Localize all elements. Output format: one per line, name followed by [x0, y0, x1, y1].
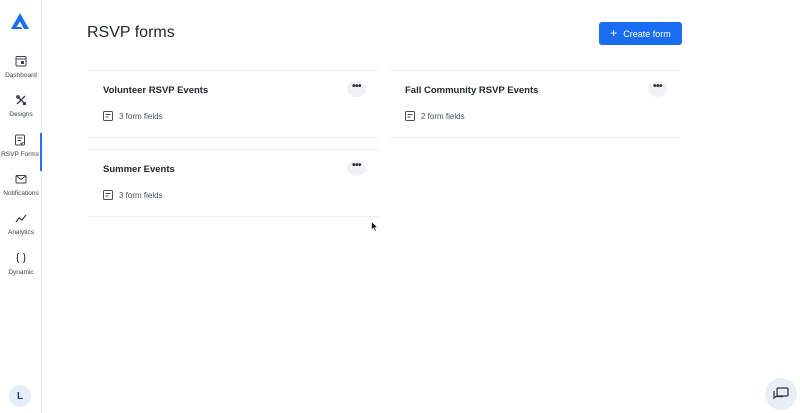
create-form-label: Create form [623, 28, 671, 39]
dynamic-icon [14, 251, 28, 265]
rsvp-forms-icon [13, 133, 27, 147]
sidebar-item-label: RSVP Forms [1, 151, 39, 158]
mouse-cursor-icon [371, 221, 379, 232]
more-options-button[interactable]: ••• [347, 160, 366, 176]
more-options-button[interactable]: ••• [347, 81, 366, 97]
form-fields-count: 3 form fields [103, 111, 163, 121]
form-title: Fall Community RSVP Events [405, 85, 539, 96]
sidebar-item-label: Dashboard [5, 72, 37, 79]
form-fields-count: 2 form fields [405, 111, 465, 121]
create-form-button[interactable]: + Create form [599, 22, 682, 45]
notifications-icon [14, 172, 28, 186]
ellipsis-icon: ••• [351, 81, 362, 92]
ellipsis-icon: ••• [351, 160, 362, 171]
sidebar-item-analytics[interactable]: Analytics [0, 211, 42, 249]
sidebar-item-designs[interactable]: Designs [0, 93, 42, 131]
ellipsis-icon: ••• [652, 81, 663, 92]
sidebar-item-notifications[interactable]: Notifications [0, 172, 42, 210]
form-title: Volunteer RSVP Events [103, 85, 209, 96]
app-logo-icon[interactable] [10, 12, 30, 30]
form-fields-icon [103, 190, 113, 200]
dashboard-icon [14, 54, 28, 68]
chat-support-button[interactable] [765, 378, 797, 410]
sidebar-item-label: Dynamic [8, 269, 34, 276]
sidebar-item-label: Designs [9, 111, 33, 118]
form-fields-count: 3 form fields [103, 190, 163, 200]
form-fields-icon [103, 111, 113, 121]
form-card[interactable]: Fall Community RSVP Events ••• 2 form fi… [390, 70, 680, 138]
more-options-button[interactable]: ••• [648, 81, 667, 97]
form-fields-icon [405, 111, 415, 121]
avatar[interactable]: L [9, 385, 31, 407]
sidebar-item-dynamic[interactable]: Dynamic [0, 251, 42, 289]
form-fields-text: 3 form fields [119, 111, 163, 121]
plus-icon: + [610, 26, 618, 40]
sidebar-item-label: Analytics [7, 229, 34, 236]
sidebar: Dashboard Designs RSVP Forms Notificatio… [0, 0, 42, 413]
designs-icon [14, 93, 28, 107]
sidebar-item-rsvp-forms[interactable]: RSVP Forms [0, 133, 42, 171]
app-root: Dashboard Designs RSVP Forms Notificatio… [0, 0, 800, 413]
page-title: RSVP forms [87, 24, 175, 41]
form-fields-text: 2 form fields [421, 111, 465, 121]
sidebar-item-dashboard[interactable]: Dashboard [0, 54, 42, 92]
form-card[interactable]: Summer Events ••• 3 form fields [88, 149, 380, 217]
chat-icon [773, 387, 789, 400]
analytics-icon [14, 211, 28, 225]
form-card[interactable]: Volunteer RSVP Events ••• 3 form fields [88, 70, 380, 138]
form-title: Summer Events [103, 164, 175, 175]
sidebar-item-label: Notifications [3, 190, 39, 197]
form-fields-text: 3 form fields [119, 190, 163, 200]
